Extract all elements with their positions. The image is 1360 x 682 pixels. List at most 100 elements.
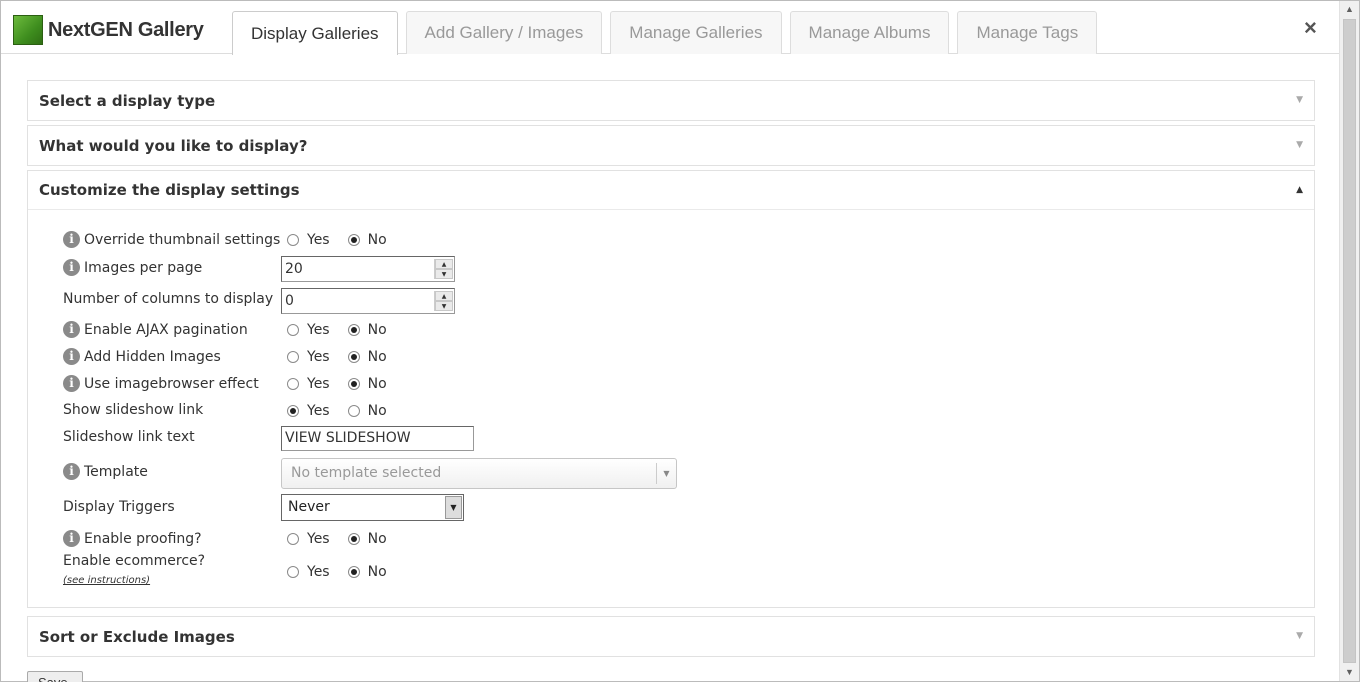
imagebrowser-no-radio[interactable] bbox=[347, 378, 360, 390]
vertical-scrollbar[interactable]: ▲ ▼ bbox=[1339, 1, 1359, 681]
template-placeholder: No template selected bbox=[291, 465, 442, 481]
chevron-down-icon: ▼ bbox=[445, 496, 462, 519]
chevron-down-icon: ▼ bbox=[1296, 140, 1303, 150]
label-wrap: i Images per page bbox=[63, 259, 202, 276]
setting-label: Use imagebrowser effect bbox=[84, 375, 259, 392]
row-images-per-page: i Images per page 20 ▲ ▼ bbox=[63, 256, 863, 282]
setting-label: Enable AJAX pagination bbox=[84, 321, 248, 338]
info-icon[interactable]: i bbox=[63, 259, 80, 276]
radio-label: No bbox=[367, 531, 387, 547]
setting-label: Show slideshow link bbox=[63, 402, 204, 418]
tab-manage-albums[interactable]: Manage Albums bbox=[789, 11, 950, 54]
label-wrap: i Use imagebrowser effect bbox=[63, 375, 259, 392]
section-header-display-type[interactable]: Select a display type ▼ bbox=[28, 81, 1314, 120]
nextgen-logo: NextGEN Gallery bbox=[13, 14, 204, 46]
section-title: Select a display type bbox=[39, 91, 216, 110]
setting-label: Number of columns to display bbox=[63, 291, 274, 307]
ajax-pagination-no-radio[interactable] bbox=[347, 324, 360, 336]
section-what-display: What would you like to display? ▼ bbox=[27, 125, 1315, 166]
proofing-yes-radio[interactable] bbox=[287, 533, 299, 545]
hidden-images-yes-radio[interactable] bbox=[287, 351, 299, 363]
tab-manage-tags[interactable]: Manage Tags bbox=[957, 11, 1098, 54]
section-header-sort-exclude[interactable]: Sort or Exclude Images ▼ bbox=[28, 617, 1314, 656]
info-icon[interactable]: i bbox=[63, 348, 80, 365]
imagebrowser-yes-radio[interactable] bbox=[287, 378, 299, 390]
chevron-down-icon: ▼ bbox=[1296, 631, 1303, 641]
setting-label: Images per page bbox=[84, 259, 203, 276]
stepper-up-icon[interactable]: ▲ bbox=[435, 291, 453, 301]
close-icon[interactable]: × bbox=[1304, 16, 1317, 40]
label-wrap: i Override thumbnail settings bbox=[63, 231, 280, 248]
row-template: i Template No template selected ▼ bbox=[63, 458, 863, 490]
setting-label: Template bbox=[84, 463, 148, 480]
row-imagebrowser: i Use imagebrowser effect Yes No bbox=[63, 372, 863, 396]
scrollbar-thumb[interactable] bbox=[1343, 19, 1356, 663]
customize-settings-form: i Override thumbnail settings Yes No i I… bbox=[28, 210, 1314, 607]
slideshow-link-yes-radio[interactable] bbox=[287, 405, 299, 417]
radio-label: Yes bbox=[307, 376, 330, 392]
see-instructions-link[interactable]: (see instructions) bbox=[63, 575, 150, 586]
ecommerce-no-radio[interactable] bbox=[347, 566, 360, 578]
imagebrowser-radio-group: Yes No bbox=[281, 372, 399, 396]
stepper-value: 20 bbox=[285, 261, 303, 277]
row-ajax-pagination: i Enable AJAX pagination Yes No bbox=[63, 318, 863, 342]
section-title: Sort or Exclude Images bbox=[39, 627, 235, 646]
stepper-buttons: ▲ ▼ bbox=[434, 259, 453, 279]
setting-label: Display Triggers bbox=[63, 499, 175, 515]
row-proofing: i Enable proofing? Yes No bbox=[63, 527, 863, 551]
override-thumbnail-no-radio[interactable] bbox=[347, 234, 360, 246]
num-columns-stepper[interactable]: 0 ▲ ▼ bbox=[281, 288, 455, 314]
scroll-down-icon[interactable]: ▼ bbox=[1340, 664, 1359, 681]
proofing-no-radio[interactable] bbox=[347, 533, 360, 545]
info-icon[interactable]: i bbox=[63, 463, 80, 480]
radio-label: Yes bbox=[307, 564, 330, 580]
ecommerce-yes-radio[interactable] bbox=[287, 566, 299, 578]
row-ecommerce: Enable ecommerce? (see instructions) Yes… bbox=[63, 553, 863, 593]
setting-label: Enable ecommerce? bbox=[63, 553, 206, 569]
row-num-columns: Number of columns to display 0 ▲ ▼ bbox=[63, 288, 863, 314]
stepper-down-icon[interactable]: ▼ bbox=[435, 301, 453, 311]
section-title: What would you like to display? bbox=[39, 136, 308, 155]
info-icon[interactable]: i bbox=[63, 231, 80, 248]
logo-text: NextGEN Gallery bbox=[48, 18, 204, 41]
slideshow-link-no-radio[interactable] bbox=[347, 405, 360, 417]
stepper-up-icon[interactable]: ▲ bbox=[435, 259, 453, 269]
slideshow-link-radio-group: Yes No bbox=[281, 399, 399, 423]
template-select[interactable]: No template selected ▼ bbox=[281, 458, 677, 489]
info-icon[interactable]: i bbox=[63, 530, 80, 547]
ajax-pagination-yes-radio[interactable] bbox=[287, 324, 299, 336]
section-display-type: Select a display type ▼ bbox=[27, 80, 1315, 121]
gallery-modal-window: NextGEN Gallery Display Galleries Add Ga… bbox=[0, 0, 1360, 682]
section-header-customize[interactable]: Customize the display settings ▲ bbox=[28, 171, 1314, 210]
setting-label: Add Hidden Images bbox=[84, 348, 221, 365]
label-wrap: Show slideshow link bbox=[63, 402, 203, 418]
stepper-down-icon[interactable]: ▼ bbox=[435, 269, 453, 279]
radio-label: No bbox=[367, 403, 387, 419]
tab-manage-galleries[interactable]: Manage Galleries bbox=[610, 11, 782, 54]
display-triggers-select[interactable]: Never ▼ bbox=[281, 494, 464, 521]
info-icon[interactable]: i bbox=[63, 375, 80, 392]
setting-label: Slideshow link text bbox=[63, 429, 195, 445]
stepper-buttons: ▲ ▼ bbox=[434, 291, 453, 311]
hidden-images-radio-group: Yes No bbox=[281, 345, 399, 369]
radio-label: No bbox=[367, 232, 387, 248]
slideshow-link-text-input[interactable]: VIEW SLIDESHOW bbox=[281, 426, 474, 451]
row-hidden-images: i Add Hidden Images Yes No bbox=[63, 345, 863, 369]
scroll-up-icon[interactable]: ▲ bbox=[1340, 1, 1359, 18]
radio-label: No bbox=[367, 322, 387, 338]
hidden-images-no-radio[interactable] bbox=[347, 351, 360, 363]
radio-label: No bbox=[367, 349, 387, 365]
images-per-page-stepper[interactable]: 20 ▲ ▼ bbox=[281, 256, 455, 282]
override-thumbnail-yes-radio[interactable] bbox=[287, 234, 299, 246]
section-header-what-display[interactable]: What would you like to display? ▼ bbox=[28, 126, 1314, 165]
tab-add-gallery-images[interactable]: Add Gallery / Images bbox=[405, 11, 603, 54]
radio-label: Yes bbox=[307, 403, 330, 419]
tab-bar: Display Galleries Add Gallery / Images M… bbox=[232, 11, 1105, 55]
label-wrap: i Template bbox=[63, 463, 148, 480]
setting-label: Enable proofing? bbox=[84, 530, 202, 547]
info-icon[interactable]: i bbox=[63, 321, 80, 338]
save-button[interactable]: Save bbox=[27, 671, 83, 682]
tab-display-galleries[interactable]: Display Galleries bbox=[232, 11, 398, 55]
ecommerce-radio-group: Yes No bbox=[281, 560, 399, 584]
setting-label: Override thumbnail settings bbox=[84, 231, 281, 248]
